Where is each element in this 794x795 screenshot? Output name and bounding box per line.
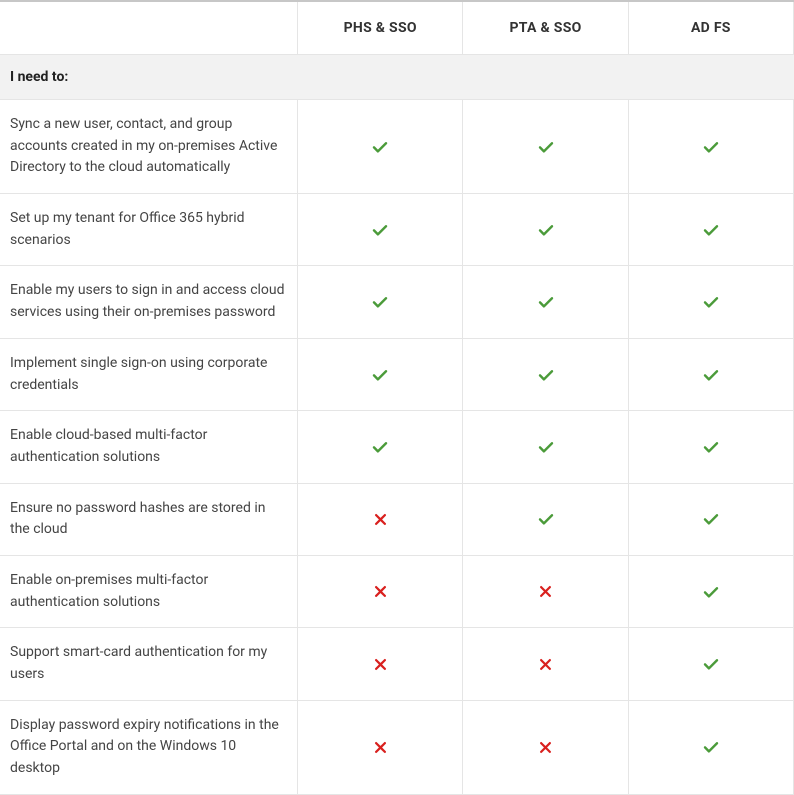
cell-pta	[463, 628, 628, 700]
section-title: I need to:	[0, 55, 794, 100]
feature-cell: Display password expiry notifications in…	[0, 700, 298, 794]
check-icon	[371, 138, 389, 156]
header-blank	[0, 1, 298, 55]
cell-adfs	[628, 555, 793, 627]
feature-cell: Enable on-premises multi-factor authenti…	[0, 555, 298, 627]
cell-pta	[463, 411, 628, 483]
cell-phs	[298, 266, 463, 338]
check-icon	[537, 138, 555, 156]
table-row: Set up my tenant for Office 365 hybrid s…	[0, 194, 794, 266]
table-row: Support smart-card authentication for my…	[0, 628, 794, 700]
cell-adfs	[628, 194, 793, 266]
cell-pta	[463, 338, 628, 410]
feature-cell: Enable cloud-based multi-factor authenti…	[0, 411, 298, 483]
check-icon	[371, 221, 389, 239]
check-icon	[371, 438, 389, 456]
cell-phs	[298, 194, 463, 266]
cell-phs	[298, 411, 463, 483]
check-icon	[702, 510, 720, 528]
check-icon	[537, 293, 555, 311]
check-icon	[702, 138, 720, 156]
feature-cell: Implement single sign-on using corporate…	[0, 338, 298, 410]
cell-pta	[463, 100, 628, 194]
comparison-table: PHS & SSO PTA & SSO AD FS I need to: Syn…	[0, 0, 794, 795]
check-icon	[702, 293, 720, 311]
cross-icon	[538, 584, 553, 599]
feature-cell: Sync a new user, contact, and group acco…	[0, 100, 298, 194]
cell-phs	[298, 100, 463, 194]
check-icon	[702, 583, 720, 601]
cell-pta	[463, 483, 628, 555]
check-icon	[371, 366, 389, 384]
col-header-adfs: AD FS	[628, 1, 793, 55]
check-icon	[702, 221, 720, 239]
cell-adfs	[628, 338, 793, 410]
col-header-pta: PTA & SSO	[463, 1, 628, 55]
header-row: PHS & SSO PTA & SSO AD FS	[0, 1, 794, 55]
check-icon	[702, 438, 720, 456]
table-row: Display password expiry notifications in…	[0, 700, 794, 794]
cell-adfs	[628, 266, 793, 338]
cell-phs	[298, 555, 463, 627]
check-icon	[537, 221, 555, 239]
check-icon	[537, 438, 555, 456]
check-icon	[702, 738, 720, 756]
cell-pta	[463, 700, 628, 794]
cell-phs	[298, 700, 463, 794]
cell-adfs	[628, 100, 793, 194]
table-row: Sync a new user, contact, and group acco…	[0, 100, 794, 194]
section-row: I need to:	[0, 55, 794, 100]
table-row: Implement single sign-on using corporate…	[0, 338, 794, 410]
table-row: Enable on-premises multi-factor authenti…	[0, 555, 794, 627]
cell-adfs	[628, 483, 793, 555]
feature-cell: Set up my tenant for Office 365 hybrid s…	[0, 194, 298, 266]
cell-phs	[298, 483, 463, 555]
cross-icon	[373, 584, 388, 599]
check-icon	[537, 366, 555, 384]
cell-adfs	[628, 628, 793, 700]
table-row: Enable my users to sign in and access cl…	[0, 266, 794, 338]
feature-cell: Ensure no password hashes are stored in …	[0, 483, 298, 555]
check-icon	[371, 293, 389, 311]
table-row: Ensure no password hashes are stored in …	[0, 483, 794, 555]
cell-phs	[298, 338, 463, 410]
cell-pta	[463, 555, 628, 627]
cell-adfs	[628, 411, 793, 483]
cross-icon	[538, 657, 553, 672]
cell-pta	[463, 266, 628, 338]
col-header-phs: PHS & SSO	[298, 1, 463, 55]
cell-adfs	[628, 700, 793, 794]
cross-icon	[373, 512, 388, 527]
check-icon	[702, 655, 720, 673]
feature-cell: Support smart-card authentication for my…	[0, 628, 298, 700]
check-icon	[702, 366, 720, 384]
cell-phs	[298, 628, 463, 700]
check-icon	[537, 510, 555, 528]
table-row: Enable cloud-based multi-factor authenti…	[0, 411, 794, 483]
cell-pta	[463, 194, 628, 266]
cross-icon	[373, 657, 388, 672]
feature-cell: Enable my users to sign in and access cl…	[0, 266, 298, 338]
